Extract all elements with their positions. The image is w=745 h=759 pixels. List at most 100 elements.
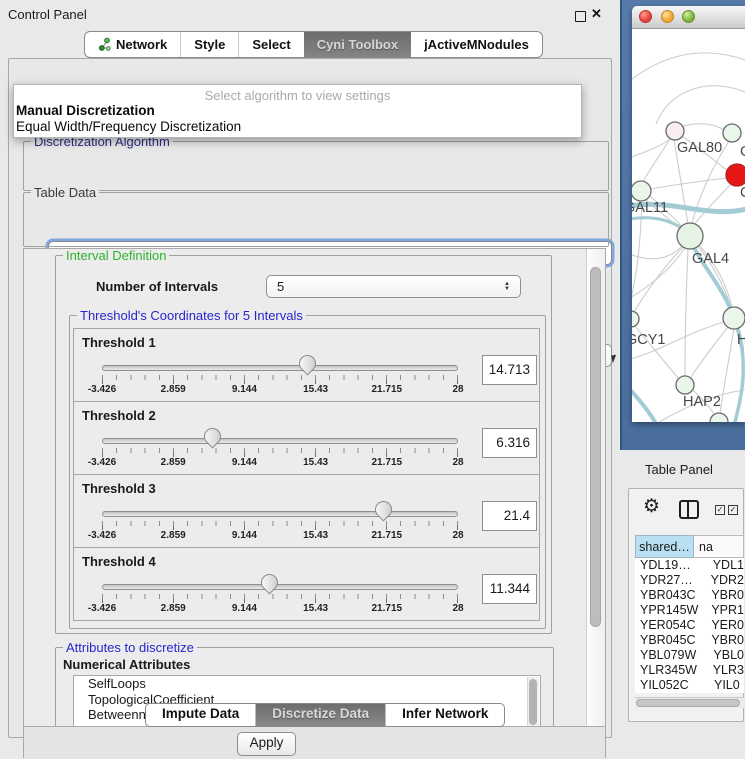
network-edge[interactable]: [632, 244, 684, 259]
network-node-ga[interactable]: [723, 124, 741, 142]
network-edge[interactable]: [720, 329, 734, 413]
mouse-cursor: [611, 355, 618, 364]
network-node-c[interactable]: [726, 164, 745, 186]
algorithm-option-manual[interactable]: Manual Discretization: [14, 103, 581, 119]
tab-network[interactable]: Network: [85, 32, 180, 57]
attribute-item[interactable]: SelfLoops: [74, 676, 540, 692]
tab-jactivemnodules[interactable]: jActiveMNodules: [411, 32, 542, 57]
checkbox-icon[interactable]: ✓: [715, 505, 725, 515]
table-row[interactable]: YLR345WYLR3: [635, 663, 744, 678]
tab-select[interactable]: Select: [238, 32, 303, 57]
network-node-h[interactable]: [723, 307, 745, 329]
network-edge[interactable]: [634, 247, 683, 312]
threshold-label: Threshold 2: [82, 408, 156, 423]
network-edge-highlighted[interactable]: [734, 348, 743, 422]
network-edge[interactable]: [643, 139, 670, 182]
network-edge[interactable]: [685, 249, 688, 376]
network-node-gcy1[interactable]: [632, 311, 639, 327]
interval-definition-group: Interval Definition Number of Intervals …: [55, 255, 552, 634]
panel-scrollbar-thumb[interactable]: [590, 267, 601, 627]
table-row[interactable]: YDR27…YDR2: [635, 573, 744, 588]
slider-scale-label: 2.859: [161, 603, 186, 614]
float-window-icon[interactable]: [575, 11, 586, 22]
network-node-gal80[interactable]: [666, 122, 684, 140]
network-node-gal11[interactable]: [632, 181, 651, 201]
threshold-value-field[interactable]: 21.4: [482, 501, 537, 531]
panel-vertical-scrollbar[interactable]: [586, 249, 605, 726]
numerical-attributes-label: Numerical Attributes: [63, 657, 190, 672]
table-row[interactable]: YBR043CYBR0: [635, 588, 744, 603]
network-edge[interactable]: [632, 246, 686, 302]
slider-thumb[interactable]: [371, 497, 395, 521]
tab-style[interactable]: Style: [180, 32, 238, 57]
network-view-window: GAL80GACGAL11GAL4GCY1HHAP2: [632, 6, 745, 422]
table-row[interactable]: YIL052CYIL0: [635, 678, 744, 693]
threshold-1-section: Threshold 1-3.4262.8599.14415.4321.71528…: [73, 328, 540, 402]
slider-minor-ticks: [102, 375, 459, 380]
table-panel-inset: ⚙ ✓ ✓ shared… na YDL19…YDL1YDR27…YDR2YBR…: [628, 488, 744, 722]
tab-label: Style: [194, 33, 225, 56]
threshold-value-field[interactable]: 14.713: [482, 355, 537, 385]
slider-scale-label: -3.426: [88, 530, 116, 541]
slider-track[interactable]: [102, 438, 458, 444]
table-row[interactable]: YER054CYER0: [635, 618, 744, 633]
algorithm-option-equal-width[interactable]: Equal Width/Frequency Discretization: [14, 119, 581, 135]
tab-infer-network[interactable]: Infer Network: [385, 704, 504, 726]
attributes-list-scrollbar[interactable]: [527, 677, 539, 726]
node-table-header: shared… na: [635, 535, 744, 558]
stepper-icon[interactable]: ▲▼: [504, 282, 510, 292]
attributes-scrollbar-thumb[interactable]: [529, 679, 537, 725]
column-header-name[interactable]: na: [694, 535, 744, 558]
slider-thumb[interactable]: [200, 424, 224, 448]
network-window-titlebar[interactable]: [632, 6, 745, 29]
threshold-value-field[interactable]: 11.344: [482, 574, 537, 604]
network-edge[interactable]: [691, 327, 728, 377]
network-edge[interactable]: [656, 86, 745, 124]
cell-name: YDL1: [706, 558, 744, 573]
table-horizontal-scrollbar[interactable]: [635, 697, 744, 708]
slider-scale-label: -3.426: [88, 603, 116, 614]
apply-button[interactable]: Apply: [237, 732, 296, 756]
network-icon: [98, 37, 111, 52]
slider-scale-label: 15.43: [303, 530, 328, 541]
split-column-icon[interactable]: [679, 500, 699, 519]
slider-track[interactable]: [102, 365, 458, 371]
zoom-traffic-light-icon[interactable]: [682, 10, 695, 23]
table-row[interactable]: YBL079WYBL0: [635, 648, 744, 663]
table-scrollbar-thumb[interactable]: [636, 699, 740, 707]
minimize-traffic-light-icon[interactable]: [661, 10, 674, 23]
threshold-value-field[interactable]: 6.316: [482, 428, 537, 458]
column-header-shared-name[interactable]: shared…: [635, 535, 694, 558]
network-node-gal4[interactable]: [677, 223, 703, 249]
network-edge[interactable]: [681, 124, 724, 130]
slider-scale-label: 9.144: [232, 603, 257, 614]
network-edge-highlighted[interactable]: [632, 383, 656, 422]
slider-track[interactable]: [102, 584, 458, 590]
discretization-algorithm-group: Discretization Algorithm: [23, 141, 609, 191]
table-row[interactable]: YBR045CYBR0: [635, 633, 744, 648]
network-edge[interactable]: [650, 178, 727, 189]
slider-scale-label: 21.715: [372, 530, 403, 541]
network-edge[interactable]: [632, 138, 671, 160]
close-traffic-light-icon[interactable]: [639, 10, 652, 23]
network-edge[interactable]: [694, 184, 731, 225]
close-icon[interactable]: ✕: [591, 6, 602, 22]
slider-thumb[interactable]: [295, 351, 319, 375]
slider-track[interactable]: [102, 511, 458, 517]
table-row[interactable]: YPR145WYPR1: [635, 603, 744, 618]
slider-thumb[interactable]: [257, 570, 281, 594]
table-row[interactable]: YDL19…YDL1: [635, 558, 744, 573]
tab-discretize-data[interactable]: Discretize Data: [255, 704, 385, 726]
checkbox-icon[interactable]: ✓: [728, 505, 738, 515]
tab-cyni-toolbox[interactable]: Cyni Toolbox: [304, 32, 411, 57]
network-node[interactable]: [710, 413, 728, 422]
slider-minor-ticks: [102, 521, 459, 526]
slider-scale-label: 28: [452, 603, 463, 614]
number-of-intervals-combobox[interactable]: 5 ▲▼: [266, 275, 521, 298]
network-edge[interactable]: [632, 53, 745, 84]
gear-icon[interactable]: ⚙: [643, 495, 660, 518]
tab-impute-data[interactable]: Impute Data: [146, 704, 255, 726]
network-canvas[interactable]: GAL80GACGAL11GAL4GCY1HHAP2: [632, 29, 745, 422]
network-node-hap2[interactable]: [676, 376, 694, 394]
cell-name: YDR2: [704, 573, 744, 588]
